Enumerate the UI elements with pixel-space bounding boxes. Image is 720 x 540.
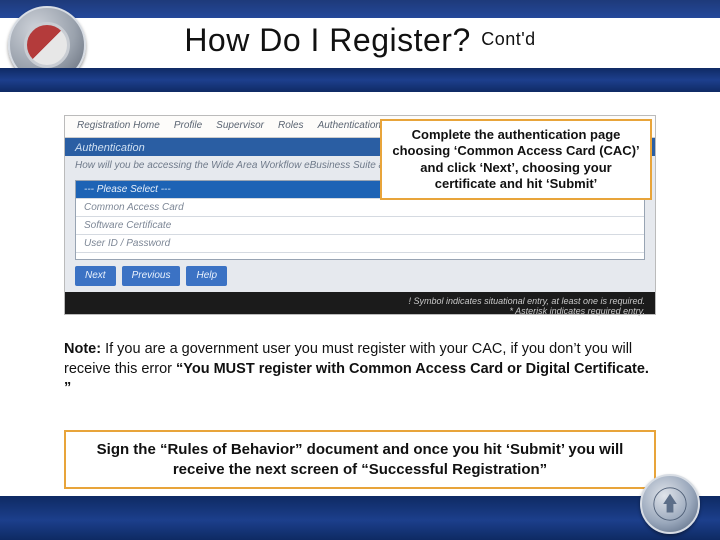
slide-title: How Do I Register? Cont'd bbox=[0, 22, 720, 59]
footer-band bbox=[0, 496, 720, 540]
previous-button-image: Previous bbox=[122, 266, 181, 286]
tab-item: Roles bbox=[278, 120, 304, 137]
select-option: Common Access Card bbox=[76, 199, 644, 217]
footer-line: * Asterisk indicates required entry. bbox=[75, 306, 645, 316]
tab-item: Authentication bbox=[318, 120, 381, 137]
next-button-image: Next bbox=[75, 266, 116, 286]
tab-item: Supervisor bbox=[216, 120, 264, 137]
top-accent-bar bbox=[0, 0, 720, 18]
title-underline-band bbox=[0, 68, 720, 92]
callout-instruction-top: Complete the authentication page choosin… bbox=[380, 119, 652, 200]
screenshot-footer: ! Symbol indicates situational entry, at… bbox=[65, 292, 655, 314]
dod-seal-right bbox=[640, 474, 700, 534]
tab-item: Registration Home bbox=[77, 120, 160, 137]
title-main: How Do I Register? bbox=[184, 22, 470, 58]
select-option: User ID / Password bbox=[76, 235, 644, 253]
callout-instruction-bottom: Sign the “Rules of Behavior” document an… bbox=[64, 430, 656, 489]
note-text: Note: If you are a government user you m… bbox=[64, 340, 656, 399]
select-option: Software Certificate bbox=[76, 217, 644, 235]
note-lead: Note: bbox=[64, 341, 105, 357]
tab-item: Profile bbox=[174, 120, 202, 137]
help-button-image: Help bbox=[186, 266, 227, 286]
footer-line: ! Symbol indicates situational entry, at… bbox=[75, 296, 645, 306]
eagle-icon bbox=[653, 487, 687, 521]
screenshot-buttons: Next Previous Help bbox=[65, 266, 655, 292]
title-suffix: Cont'd bbox=[481, 29, 535, 49]
